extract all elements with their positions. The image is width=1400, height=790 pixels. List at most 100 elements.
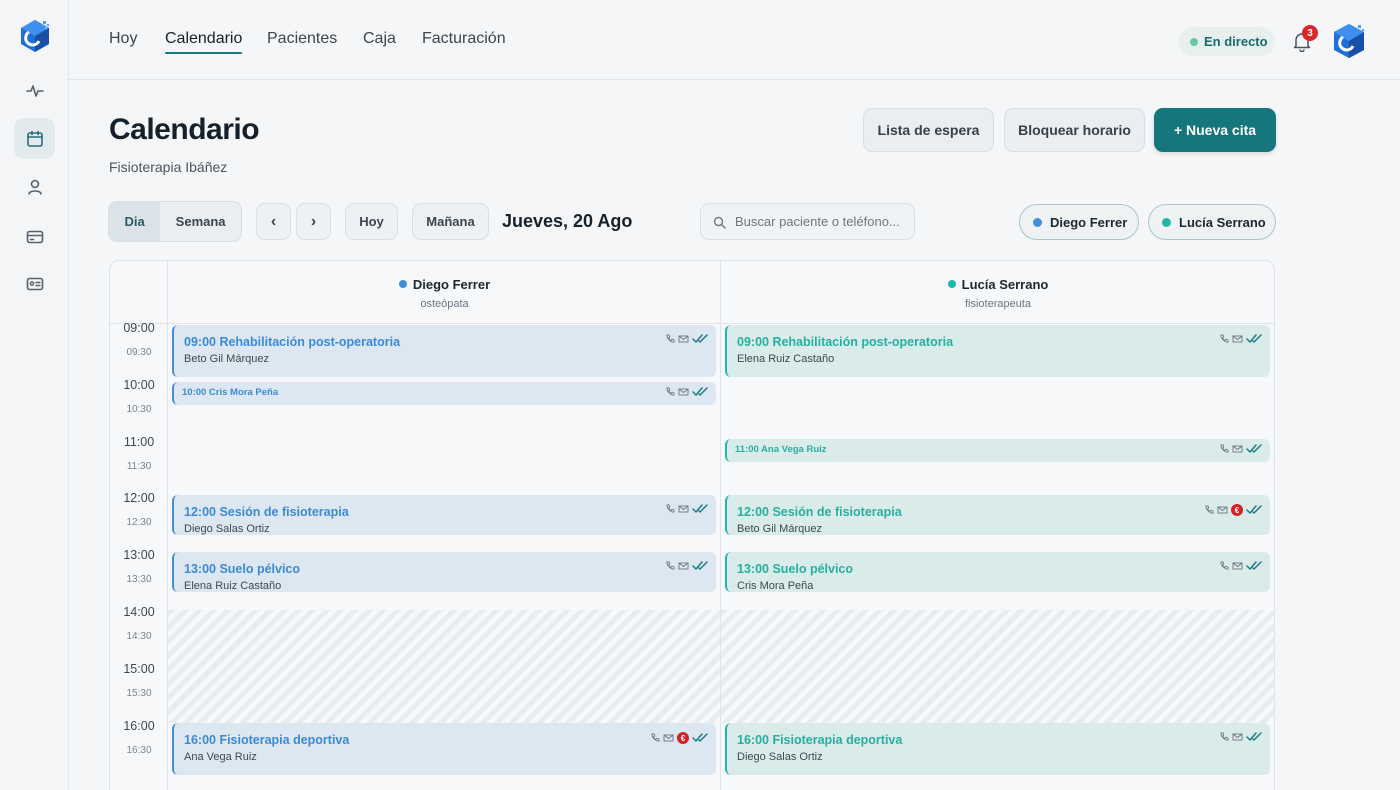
- phone-icon: [1220, 561, 1229, 570]
- block-schedule-button[interactable]: Bloquear horario: [1004, 108, 1145, 152]
- appointment-card[interactable]: 11:00 Ana Vega Ruiz: [725, 439, 1270, 462]
- view-week-button[interactable]: Semana: [160, 202, 241, 241]
- appointment-card[interactable]: 09:00 Rehabilitación post-operatoria Ele…: [725, 325, 1270, 377]
- practitioner-name: Diego Ferrer: [168, 277, 721, 292]
- mail-icon: [1232, 445, 1243, 453]
- appointment-status-icons: [1219, 561, 1264, 571]
- hour-label: 11:00: [123, 435, 155, 449]
- appointment-status-icons: [1219, 732, 1264, 742]
- sidebar-item-billing[interactable]: [14, 263, 55, 304]
- nav-link-pacientes[interactable]: Pacientes: [267, 30, 337, 48]
- phone-icon: [1220, 732, 1229, 741]
- half-hour-label: 12:30: [126, 517, 152, 528]
- id-card-icon: [26, 277, 43, 290]
- page-subtitle: Fisioterapia Ibáñez: [109, 159, 228, 175]
- appointment-title: 12:00 Sesión de fisioterapia: [184, 505, 349, 519]
- practitioner-role: osteópata: [420, 298, 469, 310]
- sidebar-item-activity[interactable]: [14, 70, 55, 111]
- appointment-patient: Cris Mora Peña: [737, 580, 814, 592]
- activity-icon: [25, 84, 44, 97]
- app-logo[interactable]: [17, 18, 53, 54]
- search-placeholder: Buscar paciente o teléfono...: [735, 214, 900, 229]
- nav-link-facturacion[interactable]: Facturación: [422, 30, 506, 48]
- appointment-patient: Beto Gil Márquez: [737, 523, 822, 535]
- new-appointment-button[interactable]: + Nueva cita: [1154, 108, 1276, 152]
- appointment-title: 16:00 Fisioterapia deportiva: [737, 733, 903, 747]
- mail-icon: [1232, 733, 1243, 741]
- lucia-color-dot: [1162, 218, 1171, 227]
- card-icon: [26, 230, 43, 243]
- blocked-slot-diego[interactable]: [168, 610, 720, 723]
- sidebar-item-cash[interactable]: [14, 216, 55, 257]
- waitlist-button[interactable]: Lista de espera: [863, 108, 994, 152]
- current-date-label: Jueves, 20 Ago: [502, 211, 633, 231]
- double-check-icon: [1246, 505, 1262, 514]
- mail-icon: [1217, 506, 1228, 514]
- appointment-status-icons: [665, 504, 710, 514]
- half-hour-label: 13:30: [126, 574, 152, 585]
- column-header-lucia: Lucía Serrano fisioterapeuta: [721, 261, 1274, 324]
- double-check-icon: [692, 733, 708, 742]
- appointment-card[interactable]: 12:00 Sesión de fisioterapia Diego Salas…: [172, 495, 716, 535]
- live-status-badge[interactable]: En directo: [1179, 27, 1275, 56]
- half-hour-label: 11:30: [126, 461, 152, 472]
- tomorrow-button[interactable]: Mañana: [412, 203, 489, 240]
- double-check-icon: [1246, 732, 1262, 741]
- filter-lucia-serrano[interactable]: Lucía Serrano: [1148, 204, 1276, 240]
- practitioner-name: Lucía Serrano: [721, 277, 1274, 292]
- phone-icon: [666, 334, 675, 343]
- hour-label: 10:00: [123, 378, 155, 392]
- time-column-header: [110, 261, 168, 324]
- mail-icon: [678, 505, 689, 513]
- nav-link-caja[interactable]: Caja: [363, 30, 396, 48]
- half-hour-label: 14:30: [126, 631, 152, 642]
- phone-icon: [666, 504, 675, 513]
- appointment-card[interactable]: 12:00 Sesión de fisioterapia Beto Gil Má…: [725, 495, 1270, 535]
- half-hour-label: 09:30: [126, 347, 152, 358]
- column-header-diego: Diego Ferrer osteópata: [168, 261, 721, 324]
- view-toggle: Dia Semana: [108, 201, 242, 242]
- next-day-button[interactable]: ›: [296, 203, 331, 240]
- nav-link-calendario[interactable]: Calendario: [165, 30, 243, 54]
- double-check-icon: [1246, 334, 1262, 343]
- appointment-status-icons: €: [650, 732, 710, 744]
- prev-day-button[interactable]: ‹: [256, 203, 291, 240]
- sidebar-item-calendar[interactable]: [14, 118, 55, 159]
- half-hour-label: 10:30: [126, 404, 152, 415]
- filter-diego-ferrer[interactable]: Diego Ferrer: [1019, 204, 1139, 240]
- mail-icon: [663, 734, 674, 742]
- half-hour-label: 15:30: [126, 688, 152, 699]
- mail-icon: [678, 388, 689, 396]
- user-avatar[interactable]: [1331, 22, 1367, 60]
- appointment-card[interactable]: 10:00 Cris Mora Peña: [172, 382, 716, 405]
- appointment-title: 11:00 Ana Vega Ruiz: [735, 444, 827, 455]
- user-icon: [27, 179, 42, 195]
- phone-icon: [1220, 334, 1229, 343]
- appointment-status-icons: [1219, 444, 1264, 454]
- sidebar-item-patients[interactable]: [14, 166, 55, 207]
- today-button[interactable]: Hoy: [345, 203, 398, 240]
- appointment-status-icons: [665, 334, 710, 344]
- view-day-button[interactable]: Dia: [109, 202, 161, 241]
- diego-dot-icon: [398, 280, 407, 288]
- blocked-slot-lucia[interactable]: [721, 610, 1274, 723]
- patient-search-input[interactable]: Buscar paciente o teléfono...: [700, 203, 915, 240]
- unpaid-euro-icon: €: [677, 732, 689, 744]
- appointment-title: 09:00 Rehabilitación post-operatoria: [184, 335, 401, 349]
- appointment-patient: Elena Ruiz Castaño: [184, 580, 282, 592]
- appointment-card[interactable]: 13:00 Suelo pélvico Elena Ruiz Castaño: [172, 552, 716, 592]
- appointment-patient: Elena Ruiz Castaño: [737, 353, 835, 365]
- appointment-card[interactable]: 09:00 Rehabilitación post-operatoria Bet…: [172, 325, 716, 377]
- hour-label: 12:00: [123, 491, 155, 505]
- appointment-title: 13:00 Suelo pélvico: [184, 562, 301, 576]
- page-title: Calendario: [109, 113, 260, 146]
- practitioner-role: fisioterapeuta: [964, 298, 1032, 310]
- appointment-status-icons: [665, 387, 710, 397]
- nav-link-hoy[interactable]: Hoy: [109, 30, 137, 48]
- appointment-card[interactable]: 16:00 Fisioterapia deportiva Ana Vega Ru…: [172, 723, 716, 775]
- appointment-card[interactable]: 16:00 Fisioterapia deportiva Diego Salas…: [725, 723, 1270, 775]
- appointment-title: 10:00 Cris Mora Peña: [182, 387, 279, 398]
- appointment-patient: Ana Vega Ruiz: [184, 751, 257, 763]
- appointment-card[interactable]: 13:00 Suelo pélvico Cris Mora Peña: [725, 552, 1270, 592]
- phone-icon: [1220, 444, 1229, 453]
